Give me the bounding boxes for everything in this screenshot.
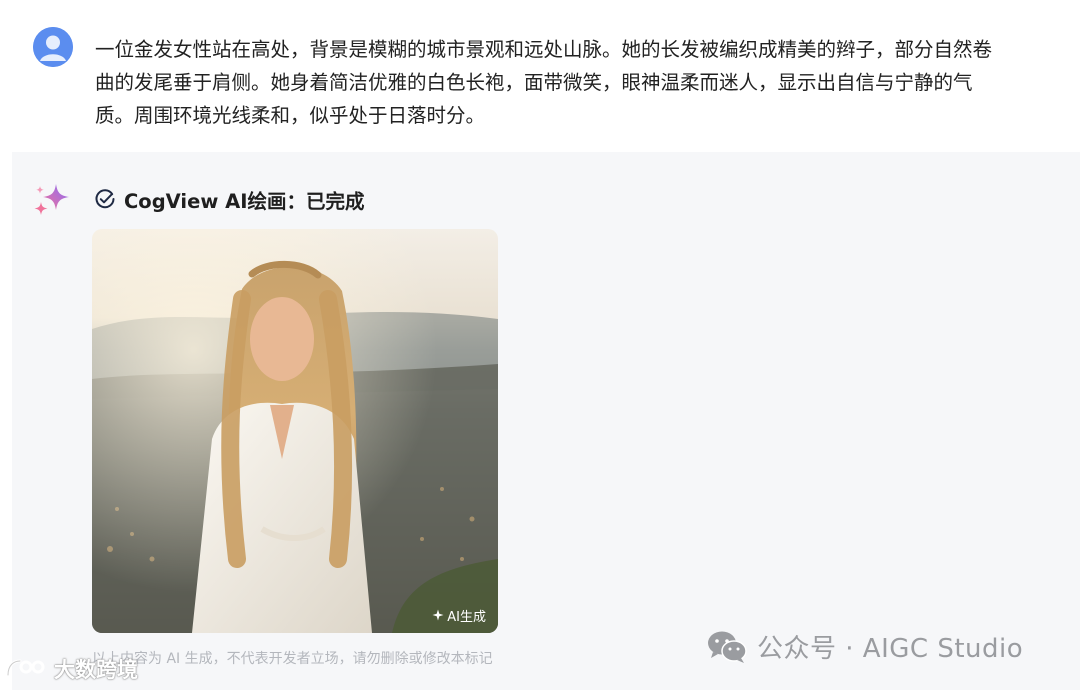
ai-badge-icon [432, 609, 444, 621]
user-message-row: 一位金发女性站在高处，背景是模糊的城市景观和远处山脉。她的长发被编织成精美的辫子… [0, 0, 1080, 152]
wechat-watermark: 公众号 · AIGC Studio [707, 628, 1023, 665]
watermark-bottom-label: 大数跨境 [54, 658, 138, 682]
check-circle-icon [95, 189, 115, 209]
watermark-logo-icon [6, 659, 45, 677]
ai-disclaimer: 以上内容为 AI 生成，不代表开发者立场，请勿删除或修改本标记 [92, 651, 493, 667]
status-label: CogView AI绘画：已完成 [124, 189, 365, 213]
user-avatar[interactable] [33, 27, 73, 67]
bottom-left-watermark: 大数跨境 [4, 654, 138, 684]
wechat-account-label: 公众号 · AIGC Studio [757, 634, 1024, 664]
user-avatar-icon [33, 27, 73, 67]
generation-status: CogView AI绘画：已完成 [94, 184, 364, 214]
ai-generated-badge: AI生成 [428, 603, 490, 627]
generated-image[interactable]: AI生成 [92, 229, 498, 633]
generated-image-art [92, 229, 498, 633]
user-message-text: 一位金发女性站在高处，背景是模糊的城市景观和远处山脉。她的长发被编织成精美的辫子… [95, 38, 993, 127]
wechat-icon [708, 631, 747, 663]
ai-badge-label: AI生成 [447, 609, 486, 625]
sparkle-icon [34, 184, 69, 215]
